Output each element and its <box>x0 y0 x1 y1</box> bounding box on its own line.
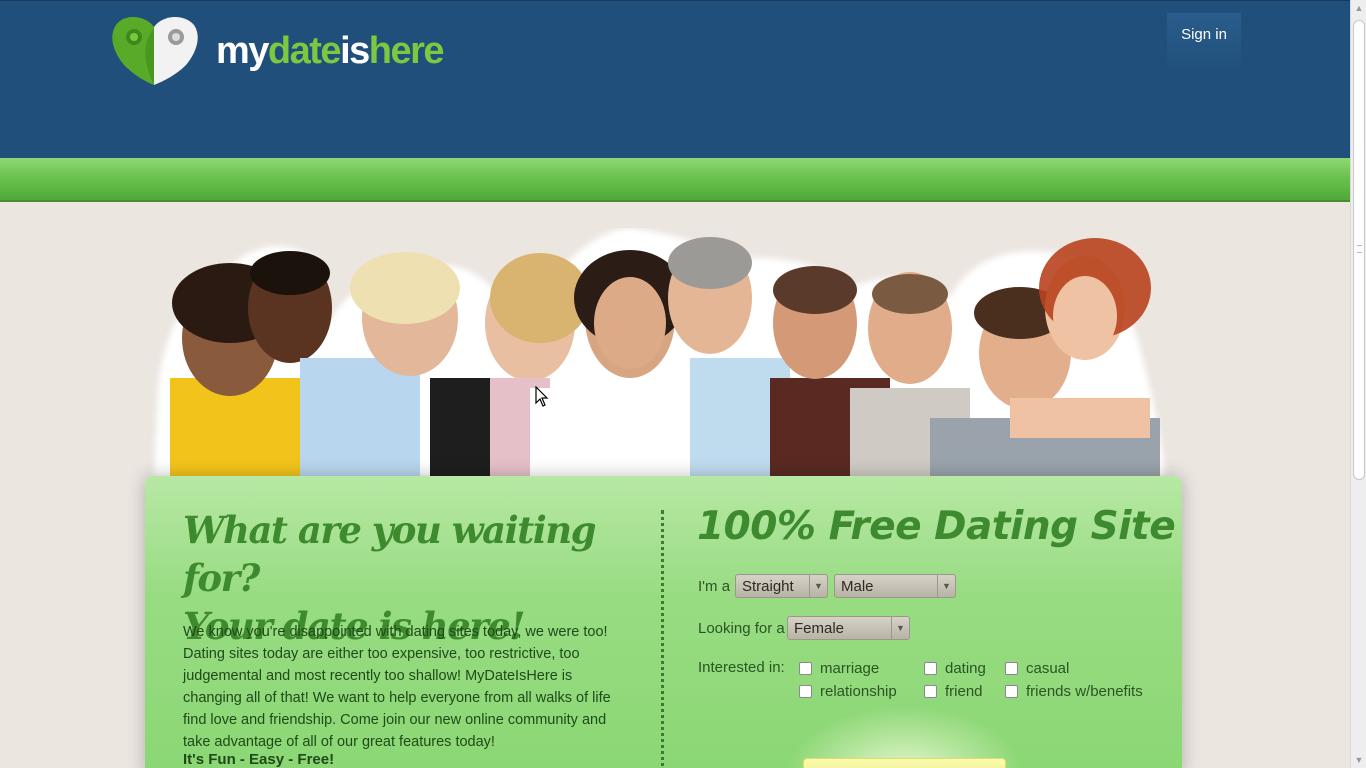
interested-in-label: Interested in: <box>698 659 785 676</box>
site-logo[interactable]: mydateishere <box>110 13 445 87</box>
checkbox-friend-label: friend <box>945 683 983 700</box>
green-nav-bar <box>0 158 1350 202</box>
checkbox-dating[interactable]: dating <box>924 660 986 677</box>
scroll-up-arrow-icon[interactable]: ▲ <box>1351 0 1366 16</box>
tagline: It's Fun - Easy - Free! <box>183 751 335 768</box>
logo-text-date: date <box>267 29 342 72</box>
logo-text-is: is <box>340 29 370 72</box>
looking-for-label: Looking for a <box>698 620 785 637</box>
site-logo-text: mydateishere <box>216 29 445 73</box>
orientation-value: Straight <box>742 578 794 595</box>
intro-paragraph: We know you're disappointed with dating … <box>183 624 611 750</box>
dropdown-arrow-icon: ▼ <box>891 617 909 639</box>
checkbox-dating-label: dating <box>945 660 986 677</box>
checkbox-friends-benefits[interactable]: friends w/benefits <box>1005 683 1143 700</box>
im-a-label: I'm a <box>698 578 731 595</box>
checkbox-box[interactable] <box>1005 662 1018 675</box>
gender-select[interactable]: Male ▼ <box>834 574 956 598</box>
looking-for-value: Female <box>794 620 845 637</box>
checkbox-marriage-label: marriage <box>820 660 880 677</box>
checkbox-box[interactable] <box>799 662 812 675</box>
checkbox-marriage[interactable]: marriage <box>799 660 879 677</box>
checkbox-friends-benefits-label: friends w/benefits <box>1026 683 1143 700</box>
checkbox-box[interactable] <box>924 662 937 675</box>
looking-for-select[interactable]: Female ▼ <box>787 616 910 640</box>
checkbox-relationship-label: relationship <box>820 683 897 700</box>
checkbox-casual[interactable]: casual <box>1005 660 1069 677</box>
gender-value: Male <box>841 578 874 595</box>
checkbox-friend[interactable]: friend <box>924 683 983 700</box>
checkbox-casual-label: casual <box>1026 660 1070 677</box>
site-header: mydateishere Sign in <box>0 0 1350 158</box>
dropdown-arrow-icon: ▼ <box>937 575 955 597</box>
dropdown-arrow-icon: ▼ <box>809 575 827 597</box>
checkbox-box[interactable] <box>799 685 812 698</box>
form-title: 100% Free Dating Site <box>697 504 1176 549</box>
logo-text-here: here <box>368 29 445 72</box>
headline-line-1: What are you waiting for? <box>183 508 597 600</box>
orientation-select[interactable]: Straight ▼ <box>735 574 828 598</box>
signup-panel: What are you waiting for? Your date is h… <box>145 476 1182 768</box>
scrollbar-thumb[interactable] <box>1353 20 1365 480</box>
mouse-cursor-icon <box>535 385 549 413</box>
scroll-down-arrow-icon[interactable]: ▼ <box>1351 752 1366 768</box>
location-heart-logo-icon <box>110 13 202 87</box>
checkbox-relationship[interactable]: relationship <box>799 683 897 700</box>
sign-in-button[interactable]: Sign in <box>1167 13 1241 73</box>
checkbox-box[interactable] <box>924 685 937 698</box>
dotted-divider <box>661 510 664 768</box>
scrollbar-grip-icon <box>1357 245 1362 253</box>
vertical-scrollbar[interactable]: ▲ ▼ <box>1350 0 1366 768</box>
checkbox-box[interactable] <box>1005 685 1018 698</box>
couples-hero-photo <box>150 228 1170 478</box>
logo-text-my: my <box>216 29 269 72</box>
signup-cta-button[interactable] <box>803 758 1006 768</box>
